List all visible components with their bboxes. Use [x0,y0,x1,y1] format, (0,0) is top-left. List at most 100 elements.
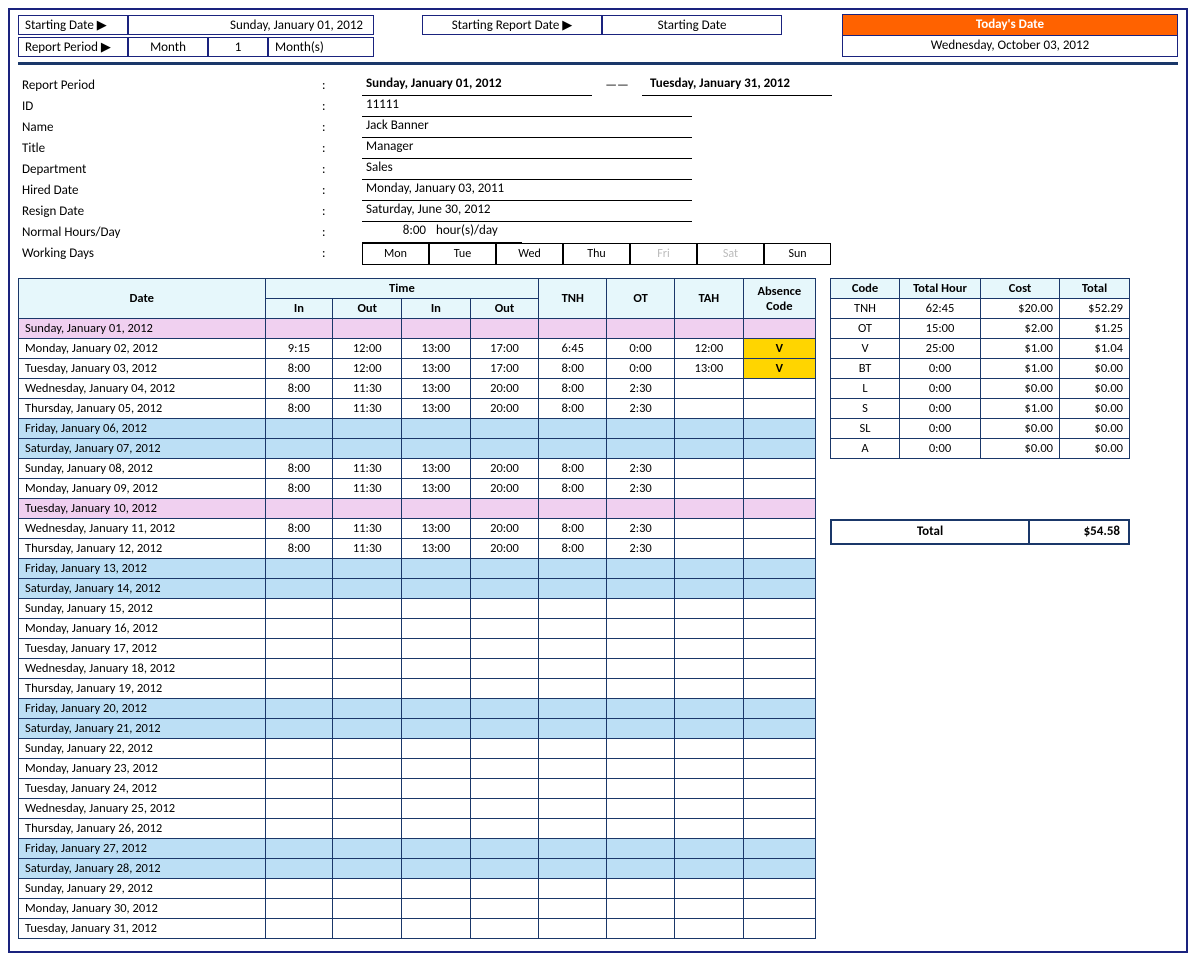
cell-abs[interactable] [743,439,815,459]
cell-tah[interactable] [675,739,744,759]
cell-out2[interactable] [470,559,539,579]
cell-in1[interactable]: 9:15 [265,339,333,359]
cell-tah[interactable] [675,519,744,539]
cell-abs[interactable] [743,499,815,519]
cell-in1[interactable] [265,719,333,739]
table-row[interactable]: Thursday, January 19, 2012 [19,679,816,699]
cell-abs[interactable] [743,859,815,879]
cell-tah[interactable] [675,419,744,439]
cell-in2[interactable] [402,719,471,739]
cell-out2[interactable] [470,439,539,459]
cell-in2[interactable] [402,619,471,639]
table-row[interactable]: Friday, January 20, 2012 [19,699,816,719]
cell-in1[interactable] [265,499,333,519]
cell-in1[interactable] [265,599,333,619]
cell-tah[interactable] [675,399,744,419]
table-row[interactable]: Wednesday, January 04, 20128:0011:3013:0… [19,379,816,399]
cell-in1[interactable] [265,859,333,879]
cell-in2[interactable] [402,799,471,819]
cell-date[interactable]: Wednesday, January 04, 2012 [19,379,266,399]
cell-in2[interactable] [402,319,471,339]
cell-abs[interactable] [743,799,815,819]
cell-out2[interactable]: 17:00 [470,339,539,359]
cell-out2[interactable] [470,779,539,799]
cell-out1[interactable] [333,879,402,899]
cell-date[interactable]: Saturday, January 21, 2012 [19,719,266,739]
table-row[interactable]: Thursday, January 05, 20128:0011:3013:00… [19,399,816,419]
cell-in2[interactable]: 13:00 [402,379,471,399]
cell-out2[interactable] [470,899,539,919]
cell-out2[interactable] [470,759,539,779]
cell-ot[interactable]: 2:30 [607,459,675,479]
cell-tah[interactable] [675,779,744,799]
cell-ot[interactable] [607,719,675,739]
cell-tnh[interactable]: 8:00 [539,519,607,539]
cell-abs[interactable] [743,419,815,439]
cell-tah[interactable] [675,639,744,659]
cell-in1[interactable] [265,879,333,899]
working-day-tue[interactable]: Tue [429,243,496,265]
cell-tah[interactable] [675,599,744,619]
cell-date[interactable]: Wednesday, January 18, 2012 [19,659,266,679]
cell-abs[interactable] [743,579,815,599]
cell-out1[interactable] [333,599,402,619]
cell-abs[interactable] [743,379,815,399]
table-row[interactable]: Tuesday, January 17, 2012 [19,639,816,659]
cell-tnh[interactable] [539,839,607,859]
cell-in2[interactable]: 13:00 [402,399,471,419]
cell-tah[interactable] [675,459,744,479]
normal-hours-value[interactable]: 8:00 [366,223,436,242]
cell-ot[interactable]: 2:30 [607,479,675,499]
cell-out1[interactable] [333,419,402,439]
cell-tah[interactable] [675,819,744,839]
cell-in1[interactable]: 8:00 [265,359,333,379]
cell-out2[interactable]: 20:00 [470,479,539,499]
cell-in2[interactable] [402,759,471,779]
cell-tnh[interactable]: 8:00 [539,539,607,559]
cell-date[interactable]: Tuesday, January 03, 2012 [19,359,266,379]
cell-tnh[interactable]: 8:00 [539,459,607,479]
table-row[interactable]: Thursday, January 12, 20128:0011:3013:00… [19,539,816,559]
cell-date[interactable]: Sunday, January 15, 2012 [19,599,266,619]
cell-out1[interactable]: 11:30 [333,379,402,399]
cell-ot[interactable]: 0:00 [607,339,675,359]
cell-out1[interactable]: 11:30 [333,399,402,419]
cell-out2[interactable] [470,859,539,879]
cell-in1[interactable] [265,699,333,719]
cell-abs[interactable]: V [743,359,815,379]
cell-tah[interactable] [675,879,744,899]
cell-abs[interactable] [743,899,815,919]
cell-abs[interactable] [743,679,815,699]
cell-in2[interactable]: 13:00 [402,359,471,379]
cell-abs[interactable] [743,919,815,939]
cell-tnh[interactable] [539,499,607,519]
cell-out2[interactable]: 20:00 [470,379,539,399]
working-day-thu[interactable]: Thu [563,243,630,265]
cell-out1[interactable] [333,919,402,939]
cell-date[interactable]: Thursday, January 26, 2012 [19,819,266,839]
cell-tnh[interactable] [539,559,607,579]
cell-out1[interactable]: 12:00 [333,359,402,379]
cell-out2[interactable] [470,319,539,339]
cell-out1[interactable] [333,779,402,799]
cell-in2[interactable]: 13:00 [402,339,471,359]
cell-date[interactable]: Wednesday, January 11, 2012 [19,519,266,539]
cell-out2[interactable] [470,579,539,599]
cell-out2[interactable] [470,639,539,659]
cell-date[interactable]: Tuesday, January 10, 2012 [19,499,266,519]
cell-tnh[interactable] [539,779,607,799]
cell-date[interactable]: Friday, January 20, 2012 [19,699,266,719]
cell-in2[interactable]: 13:00 [402,519,471,539]
resign-value[interactable]: Saturday, June 30, 2012 [362,202,692,222]
cell-tnh[interactable]: 8:00 [539,479,607,499]
cell-abs[interactable] [743,839,815,859]
cell-date[interactable]: Tuesday, January 17, 2012 [19,639,266,659]
cell-ot[interactable] [607,759,675,779]
cell-ot[interactable] [607,639,675,659]
cell-ot[interactable] [607,559,675,579]
cell-ot[interactable] [607,839,675,859]
cell-in1[interactable]: 8:00 [265,459,333,479]
cell-tnh[interactable] [539,799,607,819]
cell-tah[interactable] [675,799,744,819]
table-row[interactable]: Monday, January 16, 2012 [19,619,816,639]
